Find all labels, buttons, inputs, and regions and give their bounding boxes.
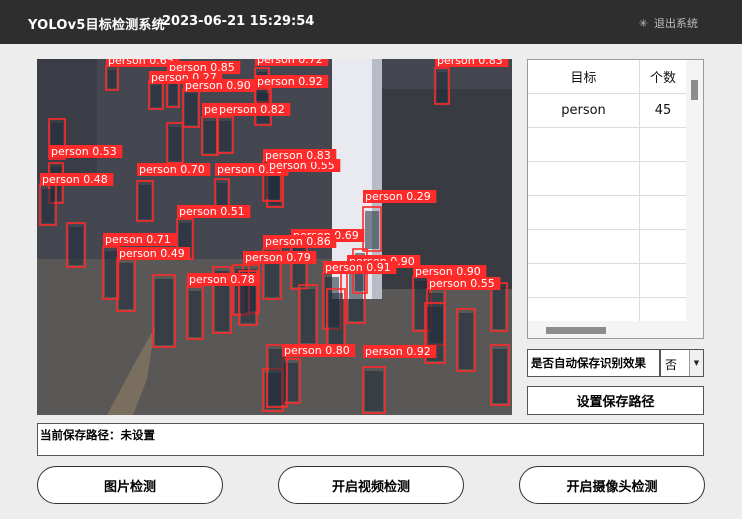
detection-label: person 0.53	[51, 145, 117, 158]
pedestrian-figure	[269, 349, 285, 405]
pedestrian-figure	[493, 287, 505, 329]
datetime: 2023-06-21 15:29:54	[162, 14, 315, 29]
pedestrian-figure	[219, 121, 231, 151]
detection-label: person 0.82	[219, 103, 285, 116]
cell-count: 45	[654, 103, 672, 118]
image-detect-button[interactable]: 图片检测	[37, 466, 223, 504]
detection-label: person 0.48	[42, 173, 108, 186]
detection-label: person 0.70	[139, 163, 205, 176]
app-title: YOLOv5目标检测系统	[28, 18, 165, 33]
building-left	[37, 59, 97, 179]
table-row[interactable]: person 45	[528, 94, 686, 128]
pedestrian-figure	[69, 227, 83, 265]
pedestrian-figure	[42, 189, 54, 223]
table-row-empty	[528, 264, 686, 298]
table-row-empty	[528, 230, 686, 264]
sparkle-icon: ✳	[638, 17, 648, 30]
exit-button[interactable]: ✳ 退出系统	[639, 15, 698, 31]
title-bar: YOLOv5目标检测系统 2023-06-21 15:29:54 ✳ 退出系统	[0, 0, 742, 44]
pedestrian-figure	[105, 251, 117, 297]
pedestrian-figure	[119, 263, 133, 309]
detection-label: person 0.92	[365, 345, 431, 358]
detection-label: person 0.55	[429, 277, 495, 290]
pedestrian-figure	[108, 70, 116, 88]
detection-label: person 0.80	[284, 344, 350, 357]
detection-video-frame: person 0.65 person 0.85 person 0.72 person …	[37, 59, 512, 415]
pedestrian-figure	[139, 185, 151, 219]
pedestrian-figure	[185, 93, 197, 125]
camera-detect-button[interactable]: 开启摄像头检测	[519, 466, 705, 504]
header-count: 个数	[649, 71, 676, 86]
table-row-empty	[528, 196, 686, 230]
detection-label: person 0.92	[257, 75, 323, 88]
pedestrian-figure	[169, 83, 177, 105]
detection-label: person 0.83	[437, 59, 503, 67]
detection-label: person 0.79	[245, 251, 311, 264]
chevron-down-icon[interactable]: ▼	[689, 350, 703, 376]
auto-save-label: 是否自动保存识别效果	[527, 349, 660, 377]
save-path-display: 当前保存路径：未设置	[37, 423, 704, 456]
vertical-scroll-thumb[interactable]	[691, 80, 698, 100]
table-row-empty	[528, 128, 686, 162]
auto-save-select[interactable]: 否 ▼	[660, 349, 704, 377]
table-header: 目标 个数	[528, 60, 686, 94]
horizontal-scroll-thumb[interactable]	[546, 327, 606, 334]
detection-label: person 0.65	[108, 59, 174, 67]
pedestrian-figure	[365, 211, 379, 249]
pedestrian-figure	[284, 363, 298, 401]
pedestrian-figure	[437, 72, 447, 102]
detection-label: person 0.51	[179, 205, 245, 218]
pedestrian-figure	[155, 279, 173, 345]
detection-label: person 0.29	[365, 190, 431, 203]
detection-label: person 0.83	[265, 149, 331, 162]
table-row-empty	[528, 162, 686, 196]
pedestrian-figure	[365, 371, 383, 411]
cell-target: person	[528, 94, 640, 127]
detection-label: person 0.90	[185, 79, 251, 92]
pedestrian-figure	[151, 85, 161, 107]
pedestrian-figure	[204, 121, 216, 153]
result-grid: 目标 个数 person 45	[528, 60, 686, 332]
vertical-scrollbar[interactable]	[686, 60, 703, 322]
pedestrian-figure	[169, 127, 181, 161]
video-detect-button[interactable]: 开启视频检测	[278, 466, 464, 504]
pedestrian-figure	[189, 291, 201, 337]
auto-save-value: 否	[665, 358, 678, 372]
pedestrian-figure	[493, 349, 507, 403]
detection-label: person 0.78	[189, 273, 255, 286]
pedestrian-figure	[329, 293, 343, 345]
detection-label: person 0.49	[119, 247, 185, 260]
set-save-path-button[interactable]: 设置保存路径	[527, 386, 704, 415]
horizontal-scrollbar[interactable]	[528, 321, 703, 338]
pedestrian-figure	[301, 289, 315, 343]
detection-label: person 0.71	[105, 233, 171, 246]
header-target: 目标	[528, 60, 640, 93]
exit-label: 退出系统	[654, 17, 698, 30]
detection-overlay: person 0.65person 0.85person 0.72 person …	[37, 59, 512, 415]
detection-label: person 0.72	[257, 59, 323, 66]
pedestrian-figure	[459, 313, 473, 369]
detection-label: person 0.86	[265, 235, 331, 248]
result-table: 目标 个数 person 45	[527, 59, 704, 339]
detection-label: person 0.91	[325, 261, 391, 274]
